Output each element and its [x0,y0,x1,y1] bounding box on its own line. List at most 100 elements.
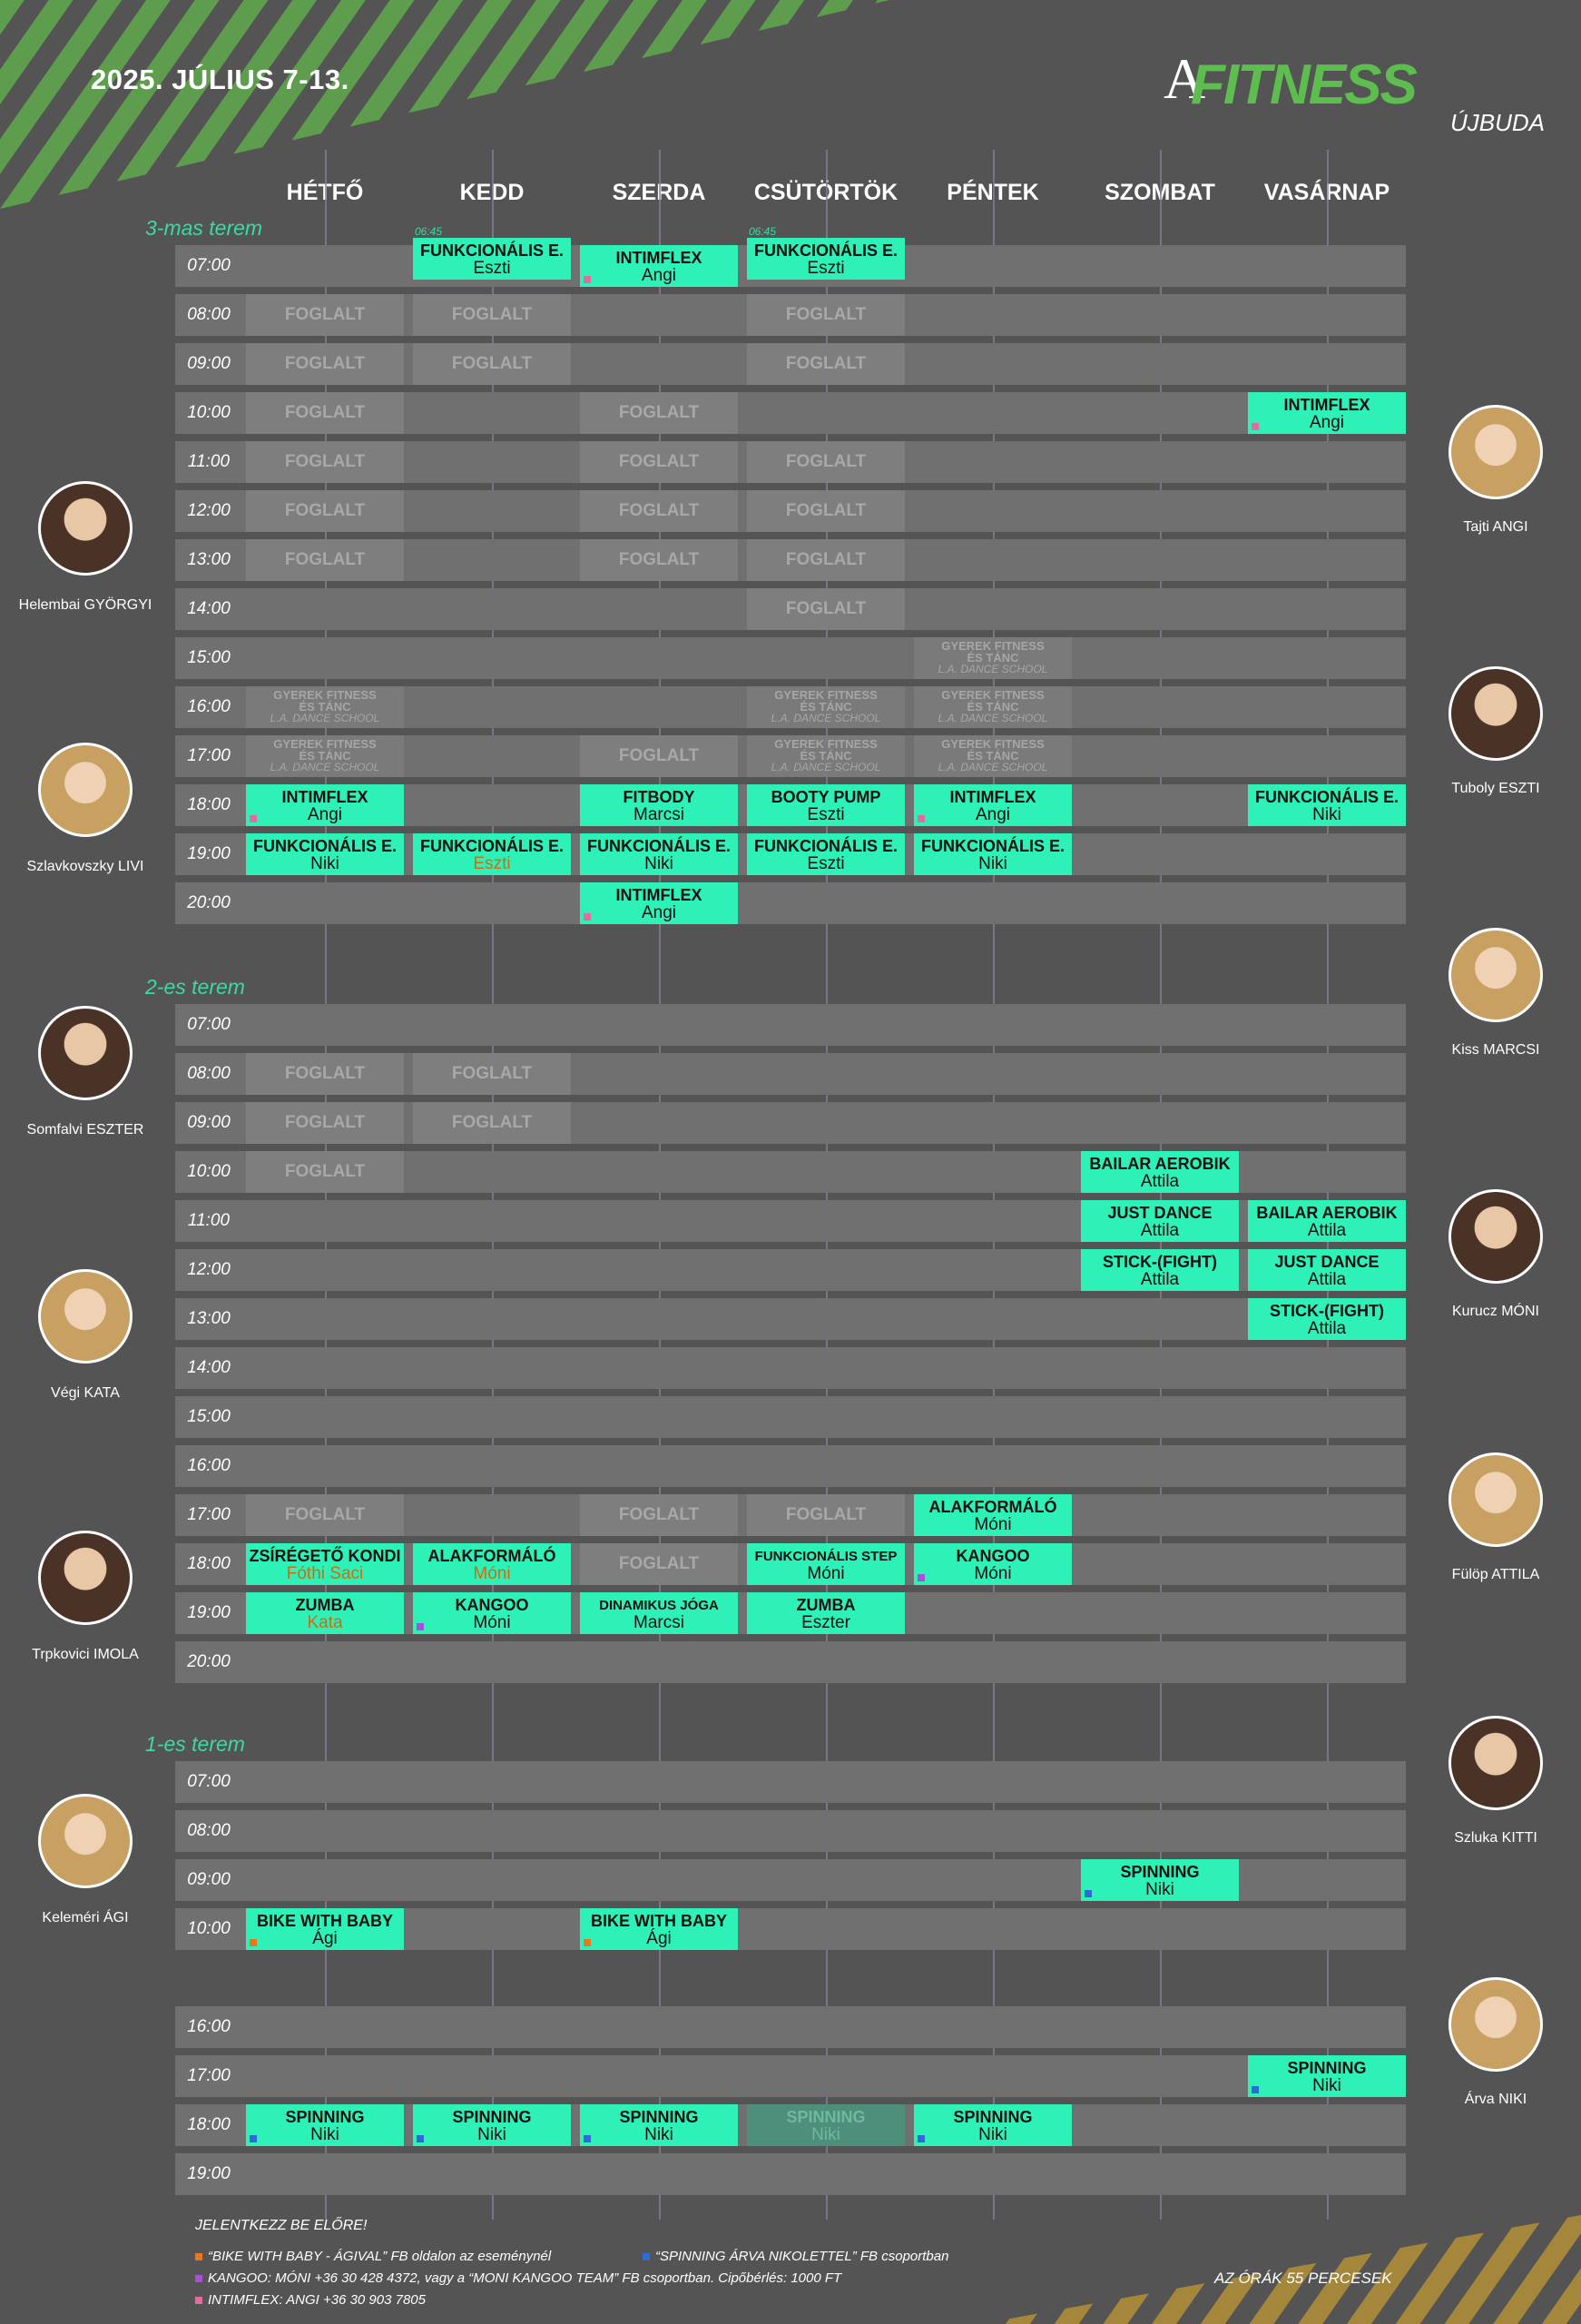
early-start-time: 06:45 [415,225,443,238]
logo-location: ÚJBUDA [1449,109,1545,136]
instructor-name: Szluka KITTI [1454,1830,1537,1846]
footer-heading: JELENTKEZZ BE ELŐRE! [195,2218,368,2233]
class-slot[interactable]: ALAKFORMÁLÓ Móni [413,1543,571,1585]
trainer-name: Attila [1307,1221,1347,1240]
trainer-name: Angi [307,805,343,824]
slot-reserved: FOGLALT [747,539,905,581]
class-slot[interactable]: INTIMFLEX Angi [246,784,404,826]
class-slot[interactable]: JUST DANCE Attila [1081,1200,1239,1242]
time-label: 18:00 [187,795,231,814]
class-slot[interactable]: BOOTY PUMP Eszti [747,784,905,826]
class-slot[interactable]: SPINNING Niki [246,2104,404,2146]
class-name: KANGOO [956,1547,1030,1565]
footer-note-spinning-text: “SPINNING ÁRVA NIKOLETTEL” FB csoportban [655,2249,949,2264]
footer-note-intimflex-text: INTIMFLEX: ANGI +36 30 903 7805 [208,2292,426,2308]
slot-reserved: FOGLALT [580,490,738,532]
class-name: INTIMFLEX [949,788,1036,806]
kid-class-school: L.A. DANCE SCHOOL [938,663,1048,675]
class-slot[interactable]: SPINNING Niki [580,2104,738,2146]
class-name: FITBODY [623,788,695,806]
class-slot[interactable]: KANGOO Móni [914,1543,1072,1585]
class-slot[interactable]: BAILAR AEROBIK Attila [1081,1151,1239,1193]
class-slot[interactable]: INTIMFLEX Angi [580,245,738,287]
class-slot[interactable]: DINAMIKUS JÓGA Marcsi [580,1592,738,1634]
class-slot[interactable]: ZUMBA Kata [246,1592,404,1634]
trainer-name: Niki [644,2125,673,2144]
spinning-marker-icon [584,2135,591,2142]
time-label: 12:00 [187,1260,231,1279]
slot-reserved: FOGLALT [413,1053,571,1095]
class-slot[interactable]: ZSÍRÉGETŐ KONDI Fóthi Saci [246,1543,404,1585]
slot-kids-class: GYEREK FITNESS ÉS TÁNC L.A. DANCE SCHOOL [914,637,1072,679]
kangoo-marker-icon [195,2275,202,2282]
class-name: FUNKCIONÁLIS E. [419,241,564,260]
class-slot[interactable]: FUNKCIONÁLIS E. Eszti [747,238,905,280]
slot-reserved: FOGLALT [246,490,404,532]
class-slot[interactable]: ZUMBA Eszter [747,1592,905,1634]
slot-reserved: FOGLALT [413,294,571,336]
trainer-name: Móni [807,1564,845,1583]
trainer-name: Niki [310,2125,339,2144]
time-label: 11:00 [187,1211,231,1230]
class-slot[interactable]: SPINNING Niki [747,2104,905,2146]
class-name: ZUMBA [796,1596,856,1614]
footer-note-intimflex: INTIMFLEX: ANGI +36 30 903 7805 [195,2292,426,2308]
early-start-time: 06:45 [749,225,777,238]
class-slot[interactable]: KANGOO Móni [413,1592,571,1634]
class-slot[interactable]: JUST DANCE Attila [1248,1249,1406,1291]
class-slot[interactable]: BIKE WITH BABY Ági [580,1908,738,1950]
kangoo-marker-icon [918,1574,925,1581]
spinning-marker-icon [1252,2086,1259,2093]
time-row [175,1810,1406,1852]
slot-kids-class: GYEREK FITNESS ÉS TÁNC L.A. DANCE SCHOOL [246,735,404,777]
time-label: 15:00 [187,648,231,667]
class-slot[interactable]: FUNKCIONÁLIS E. Niki [914,833,1072,875]
trainer-name: Niki [978,2125,1007,2144]
class-slot[interactable]: STICK-(FIGHT) Attila [1248,1298,1406,1340]
class-slot[interactable]: FUNKCIONÁLIS E. Eszti [747,833,905,875]
room-label: 3-mas terem [145,216,263,240]
time-row [175,2006,1406,2048]
instructor-avatar [38,1531,133,1625]
page-title: 2025. JÚLIUS 7-13. [91,64,349,95]
slot-reserved: FOGLALT [747,441,905,483]
class-slot[interactable]: FUNKCIONÁLIS E. Niki [246,833,404,875]
trainer-name: Móni [473,1613,511,1632]
time-row [175,1641,1406,1683]
class-slot[interactable]: FITBODY Marcsi [580,784,738,826]
slot-reserved: FOGLALT [580,539,738,581]
class-slot[interactable]: STICK-(FIGHT) Attila [1081,1249,1239,1291]
footer-note-kangoo: KANGOO: MÓNI +36 30 428 4372, vagy a “MO… [195,2270,841,2286]
instructor-avatar [38,1006,133,1100]
time-row [175,1761,1406,1803]
class-slot[interactable]: BAILAR AEROBIK Attila [1248,1200,1406,1242]
class-slot[interactable]: FUNKCIONÁLIS E. Eszti [413,833,571,875]
time-label: 13:00 [187,550,231,569]
class-slot[interactable]: SPINNING Niki [413,2104,571,2146]
class-slot[interactable]: INTIMFLEX Angi [1248,392,1406,434]
class-slot[interactable]: FUNKCIONÁLIS E. Niki [1248,784,1406,826]
trainer-name: Niki [644,854,673,873]
baby-marker-icon [584,1939,591,1946]
time-label: 12:00 [187,501,231,520]
instructor-avatar [1448,405,1543,499]
logo-name: FITNESS [1191,54,1418,116]
class-name: SPINNING [452,2108,532,2126]
instructor-avatar [1448,1977,1543,2072]
class-slot[interactable]: INTIMFLEX Angi [580,882,738,924]
class-slot[interactable]: FUNKCIONÁLIS STEP Móni [747,1543,905,1585]
class-slot[interactable]: FUNKCIONÁLIS E. Eszti [413,238,571,280]
class-slot[interactable]: FUNKCIONÁLIS E. Niki [580,833,738,875]
class-name: STICK-(FIGHT) [1103,1253,1217,1271]
class-slot[interactable]: SPINNING Niki [1248,2055,1406,2097]
slot-reserved: FOGLALT [747,490,905,532]
class-slot[interactable]: SPINNING Niki [1081,1859,1239,1901]
class-slot[interactable]: INTIMFLEX Angi [914,784,1072,826]
kid-class-school: L.A. DANCE SCHOOL [938,712,1048,724]
time-row [175,882,1406,924]
class-name: INTIMFLEX [615,249,702,267]
class-slot[interactable]: ALAKFORMÁLÓ Móni [914,1494,1072,1536]
class-slot[interactable]: BIKE WITH BABY Ági [246,1908,404,1950]
class-slot[interactable]: SPINNING Niki [914,2104,1072,2146]
trainer-name: Niki [811,2125,840,2144]
